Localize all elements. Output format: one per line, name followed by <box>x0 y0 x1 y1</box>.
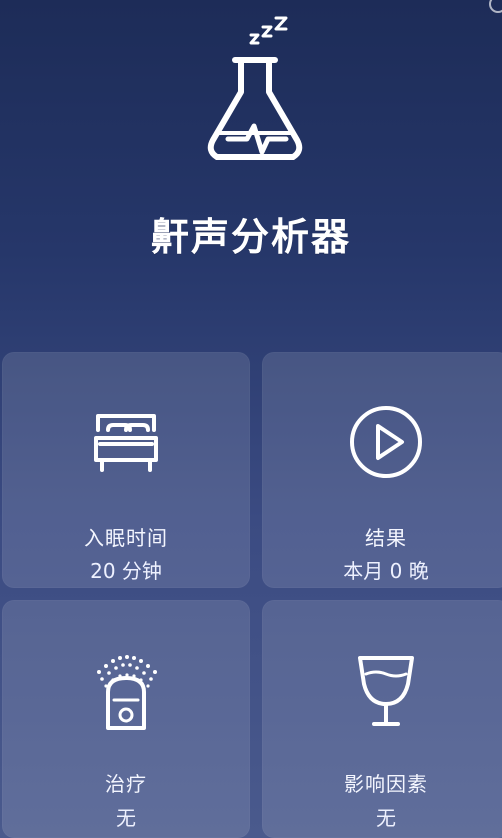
wine-glass-icon <box>358 656 414 726</box>
card-label: 入眠时间 <box>84 526 168 550</box>
hero: 鼾声分析器 <box>0 0 502 300</box>
play-circle-icon <box>350 406 422 478</box>
card-value: 无 <box>116 806 136 830</box>
card-label: 结果 <box>365 526 407 550</box>
dashboard-grid: 入眠时间 20 分钟 结果 本月 0 晚 治疗 无 影响因素 无 <box>0 352 502 838</box>
treatment-card[interactable]: 治疗 无 <box>2 600 250 838</box>
card-label: 治疗 <box>105 772 147 796</box>
humidifier-icon <box>97 655 157 730</box>
card-value: 本月 0 晚 <box>343 559 429 583</box>
bed-icon <box>94 414 158 472</box>
card-label: 影响因素 <box>344 772 428 796</box>
sleep-lab-icon <box>207 16 303 160</box>
card-value: 20 分钟 <box>90 559 162 583</box>
results-card[interactable]: 结果 本月 0 晚 <box>262 352 502 588</box>
factors-card[interactable]: 影响因素 无 <box>262 600 502 838</box>
sleep-onset-card[interactable]: 入眠时间 20 分钟 <box>2 352 250 588</box>
card-value: 无 <box>376 806 396 830</box>
page-title: 鼾声分析器 <box>150 215 351 259</box>
